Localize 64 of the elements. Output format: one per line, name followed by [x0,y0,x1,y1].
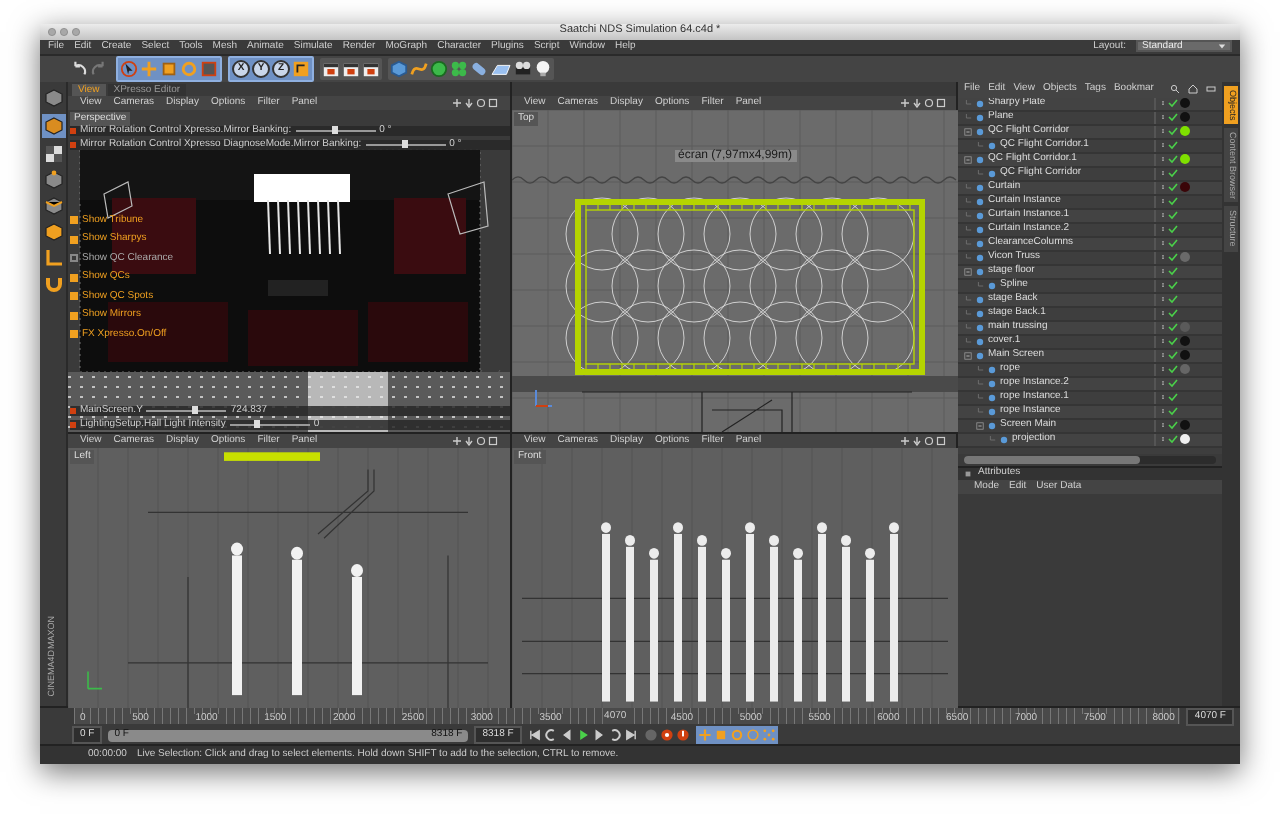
hud-checkbox[interactable] [70,292,78,301]
go-to-end-icon[interactable] [623,728,638,743]
go-to-start-icon[interactable] [527,728,542,743]
capsule-icon[interactable] [470,59,488,78]
hud-marker-icon [70,141,76,148]
dolly-icon[interactable] [464,435,474,446]
hud-checkbox[interactable] [70,216,78,225]
panel-icon [964,469,972,478]
autokey-icon[interactable] [675,728,690,743]
cube-outline-icon[interactable] [43,87,63,108]
pan-icon[interactable] [900,97,910,108]
hud-checkbox[interactable] [70,273,78,282]
pan-icon[interactable] [452,435,462,446]
layer-icon[interactable] [1206,84,1216,95]
axis-icon[interactable] [43,247,63,268]
undo-icon[interactable] [70,59,88,78]
edges-cube-icon[interactable] [43,195,63,216]
hud-checkbox[interactable] [70,311,78,320]
orbit-icon[interactable] [476,435,486,446]
cursor-icon[interactable] [120,59,138,78]
sphere-icon[interactable] [430,59,448,78]
coordinate-icon[interactable] [292,59,310,78]
magnet-icon[interactable] [43,273,63,294]
hud-marker-icon [70,407,76,414]
previous-key-icon[interactable] [543,728,558,743]
grid-dots-icon[interactable] [761,728,776,743]
pan-icon[interactable] [900,435,910,446]
maximize-icon[interactable] [936,97,946,108]
orbit-icon[interactable] [476,97,486,108]
slider-thumb[interactable] [191,405,198,414]
slider-thumb[interactable] [332,125,339,134]
cube-icon[interactable] [390,59,408,78]
hud-checkbox[interactable] [70,254,78,263]
clapper-icon[interactable] [342,59,360,78]
hud-marker-icon [70,421,76,428]
array-icon[interactable] [450,59,468,78]
camera-icon[interactable] [514,59,532,78]
hud-checkbox[interactable] [70,330,78,339]
dolly-icon[interactable] [912,435,922,446]
slider-thumb[interactable] [254,419,261,428]
next-key-icon[interactable] [607,728,622,743]
spline-icon[interactable] [410,59,428,78]
hud-checkbox[interactable] [70,235,78,244]
dolly-icon[interactable] [464,97,474,108]
slider-thumb[interactable] [402,139,409,148]
maximize-icon[interactable] [488,435,498,446]
search-icon[interactable] [1170,84,1180,95]
hud-marker-icon [70,127,76,134]
orbit-icon[interactable] [924,97,934,108]
pan-icon[interactable] [452,97,462,108]
checker-icon[interactable] [43,143,63,164]
dolly-icon[interactable] [912,97,922,108]
polygons-cube-icon[interactable] [43,221,63,242]
redo-icon [90,59,108,78]
clapper-icon[interactable] [362,59,380,78]
home-icon[interactable] [1188,84,1198,95]
points-cube-icon[interactable] [43,169,63,190]
horizontal-scrollbar[interactable] [964,455,1216,464]
light-bulb-icon[interactable] [534,59,552,78]
maximize-icon[interactable] [936,435,946,446]
maximize-icon[interactable] [488,97,498,108]
orbit-icon[interactable] [924,435,934,446]
record-icon[interactable] [659,728,674,743]
clapper-icon[interactable] [322,59,340,78]
